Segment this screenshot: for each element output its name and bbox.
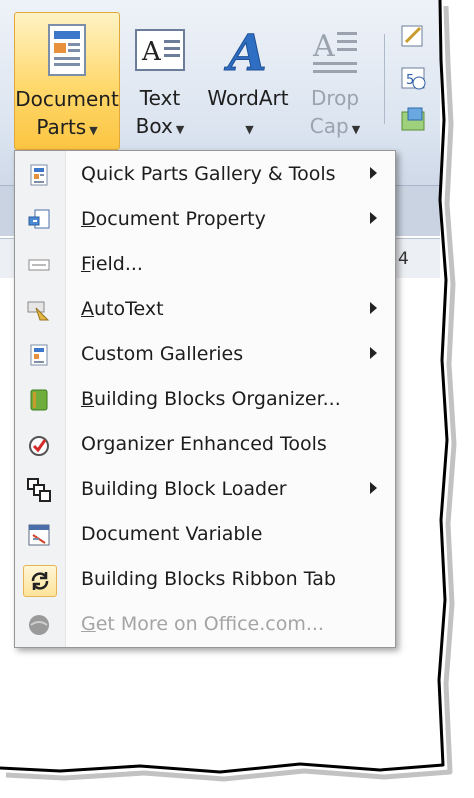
torn-edge-frame: [0, 0, 474, 798]
